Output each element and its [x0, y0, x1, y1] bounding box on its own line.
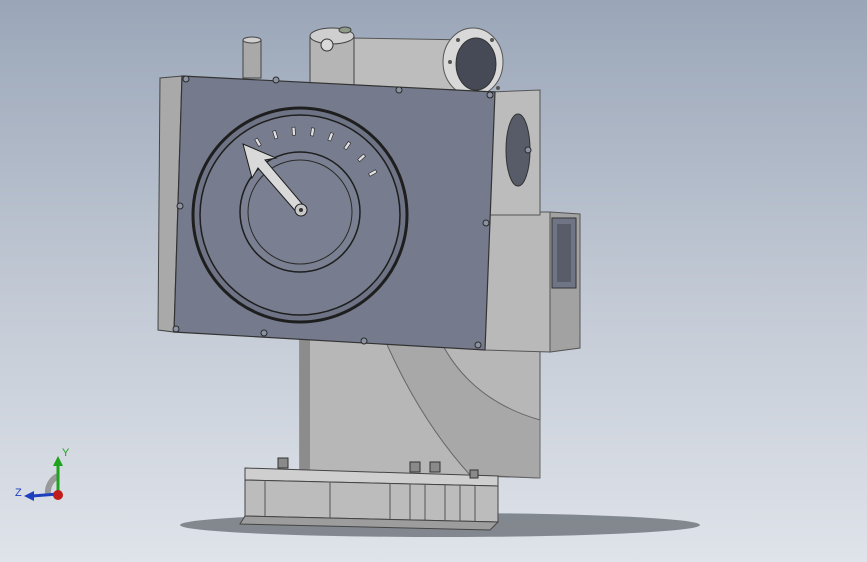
bolt	[272, 76, 280, 84]
bolt	[172, 325, 180, 333]
bolt	[474, 341, 482, 349]
bolt	[486, 91, 494, 99]
bolt	[176, 202, 184, 210]
support-column[interactable]	[299, 334, 541, 479]
gauge-assembly-model[interactable]	[0, 0, 867, 562]
z-axis-arrowhead	[24, 491, 34, 501]
x-axis-dot	[53, 490, 63, 500]
bolt	[360, 337, 368, 345]
dial-tick	[291, 126, 296, 136]
top-large-cylinder[interactable]	[309, 26, 355, 87]
bolt	[482, 219, 490, 227]
side-junction-box[interactable]	[484, 211, 581, 353]
orientation-triad: Y Z	[15, 447, 70, 501]
top-small-cylinder[interactable]	[242, 36, 262, 79]
bolt	[182, 75, 190, 83]
gauge-face-plate[interactable]	[172, 75, 532, 351]
z-axis-label: Z	[15, 487, 22, 499]
bolt	[260, 329, 268, 337]
bolt	[524, 146, 532, 154]
bolt	[395, 86, 403, 94]
cad-graphics-viewport[interactable]: Y Z	[0, 0, 867, 562]
y-axis-label: Y	[62, 447, 70, 459]
upper-right-housing[interactable]	[489, 89, 541, 216]
